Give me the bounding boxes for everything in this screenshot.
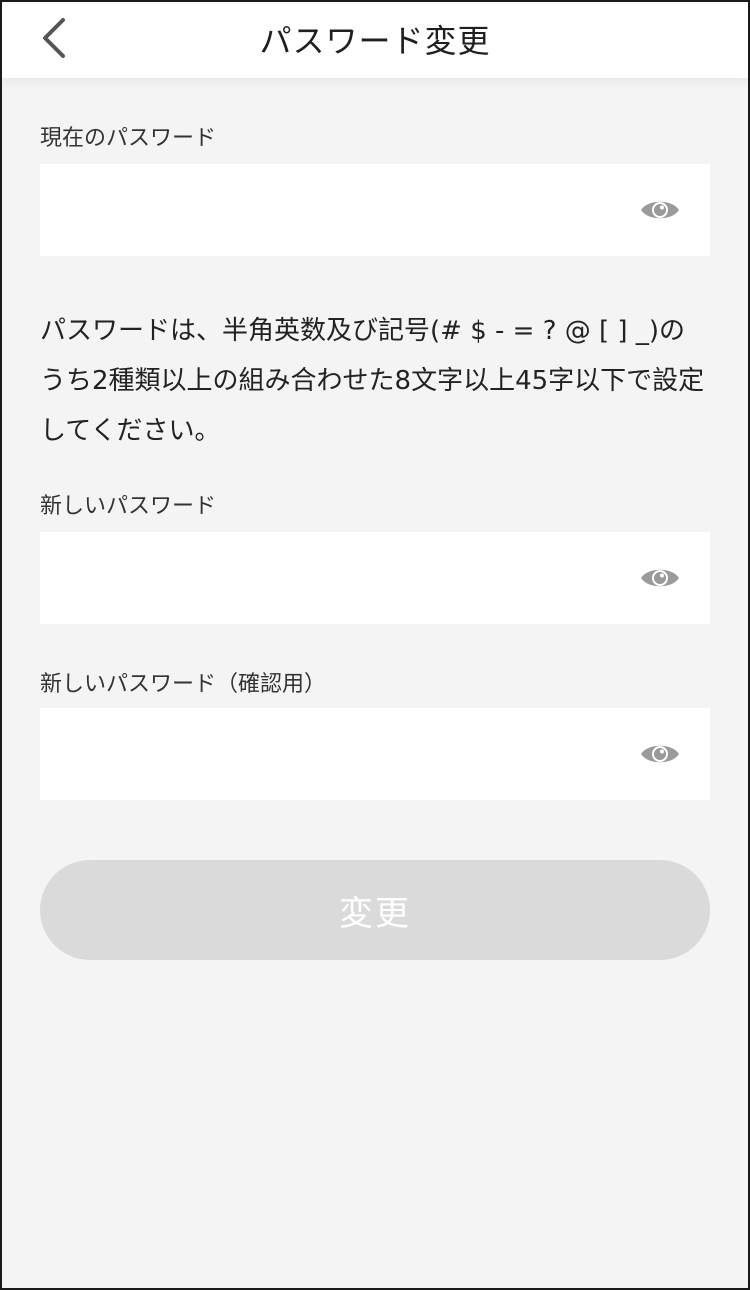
password-rules-text: パスワードは、半角英数及び記号(# $ - = ? @ [ ] _)のうち2種類… [40,316,705,446]
confirm-password-label: 新しいパスワード（確認用） [40,672,327,697]
current-password-label: 現在のパスワード [40,126,217,151]
new-password-input[interactable] [40,532,610,624]
app-frame: パスワード変更 現在のパスワード パスワードは、半角英数及び記号(# $ - =… [0,0,750,1290]
page-title: パスワード変更 [259,22,491,60]
change-password-button[interactable]: 変更 [40,860,710,960]
current-password-field [40,164,710,256]
eye-icon [641,201,679,219]
confirm-password-input[interactable] [40,708,610,800]
show-confirm-password-toggle[interactable] [638,736,682,772]
new-password-label: 新しいパスワード [40,494,217,519]
show-current-password-toggle[interactable] [638,192,682,228]
eye-icon [641,569,679,587]
show-new-password-toggle[interactable] [638,560,682,596]
current-password-input[interactable] [40,164,610,256]
confirm-password-field [40,708,710,800]
new-password-field [40,532,710,624]
header-bar: パスワード変更 [2,2,748,78]
eye-icon [641,745,679,763]
